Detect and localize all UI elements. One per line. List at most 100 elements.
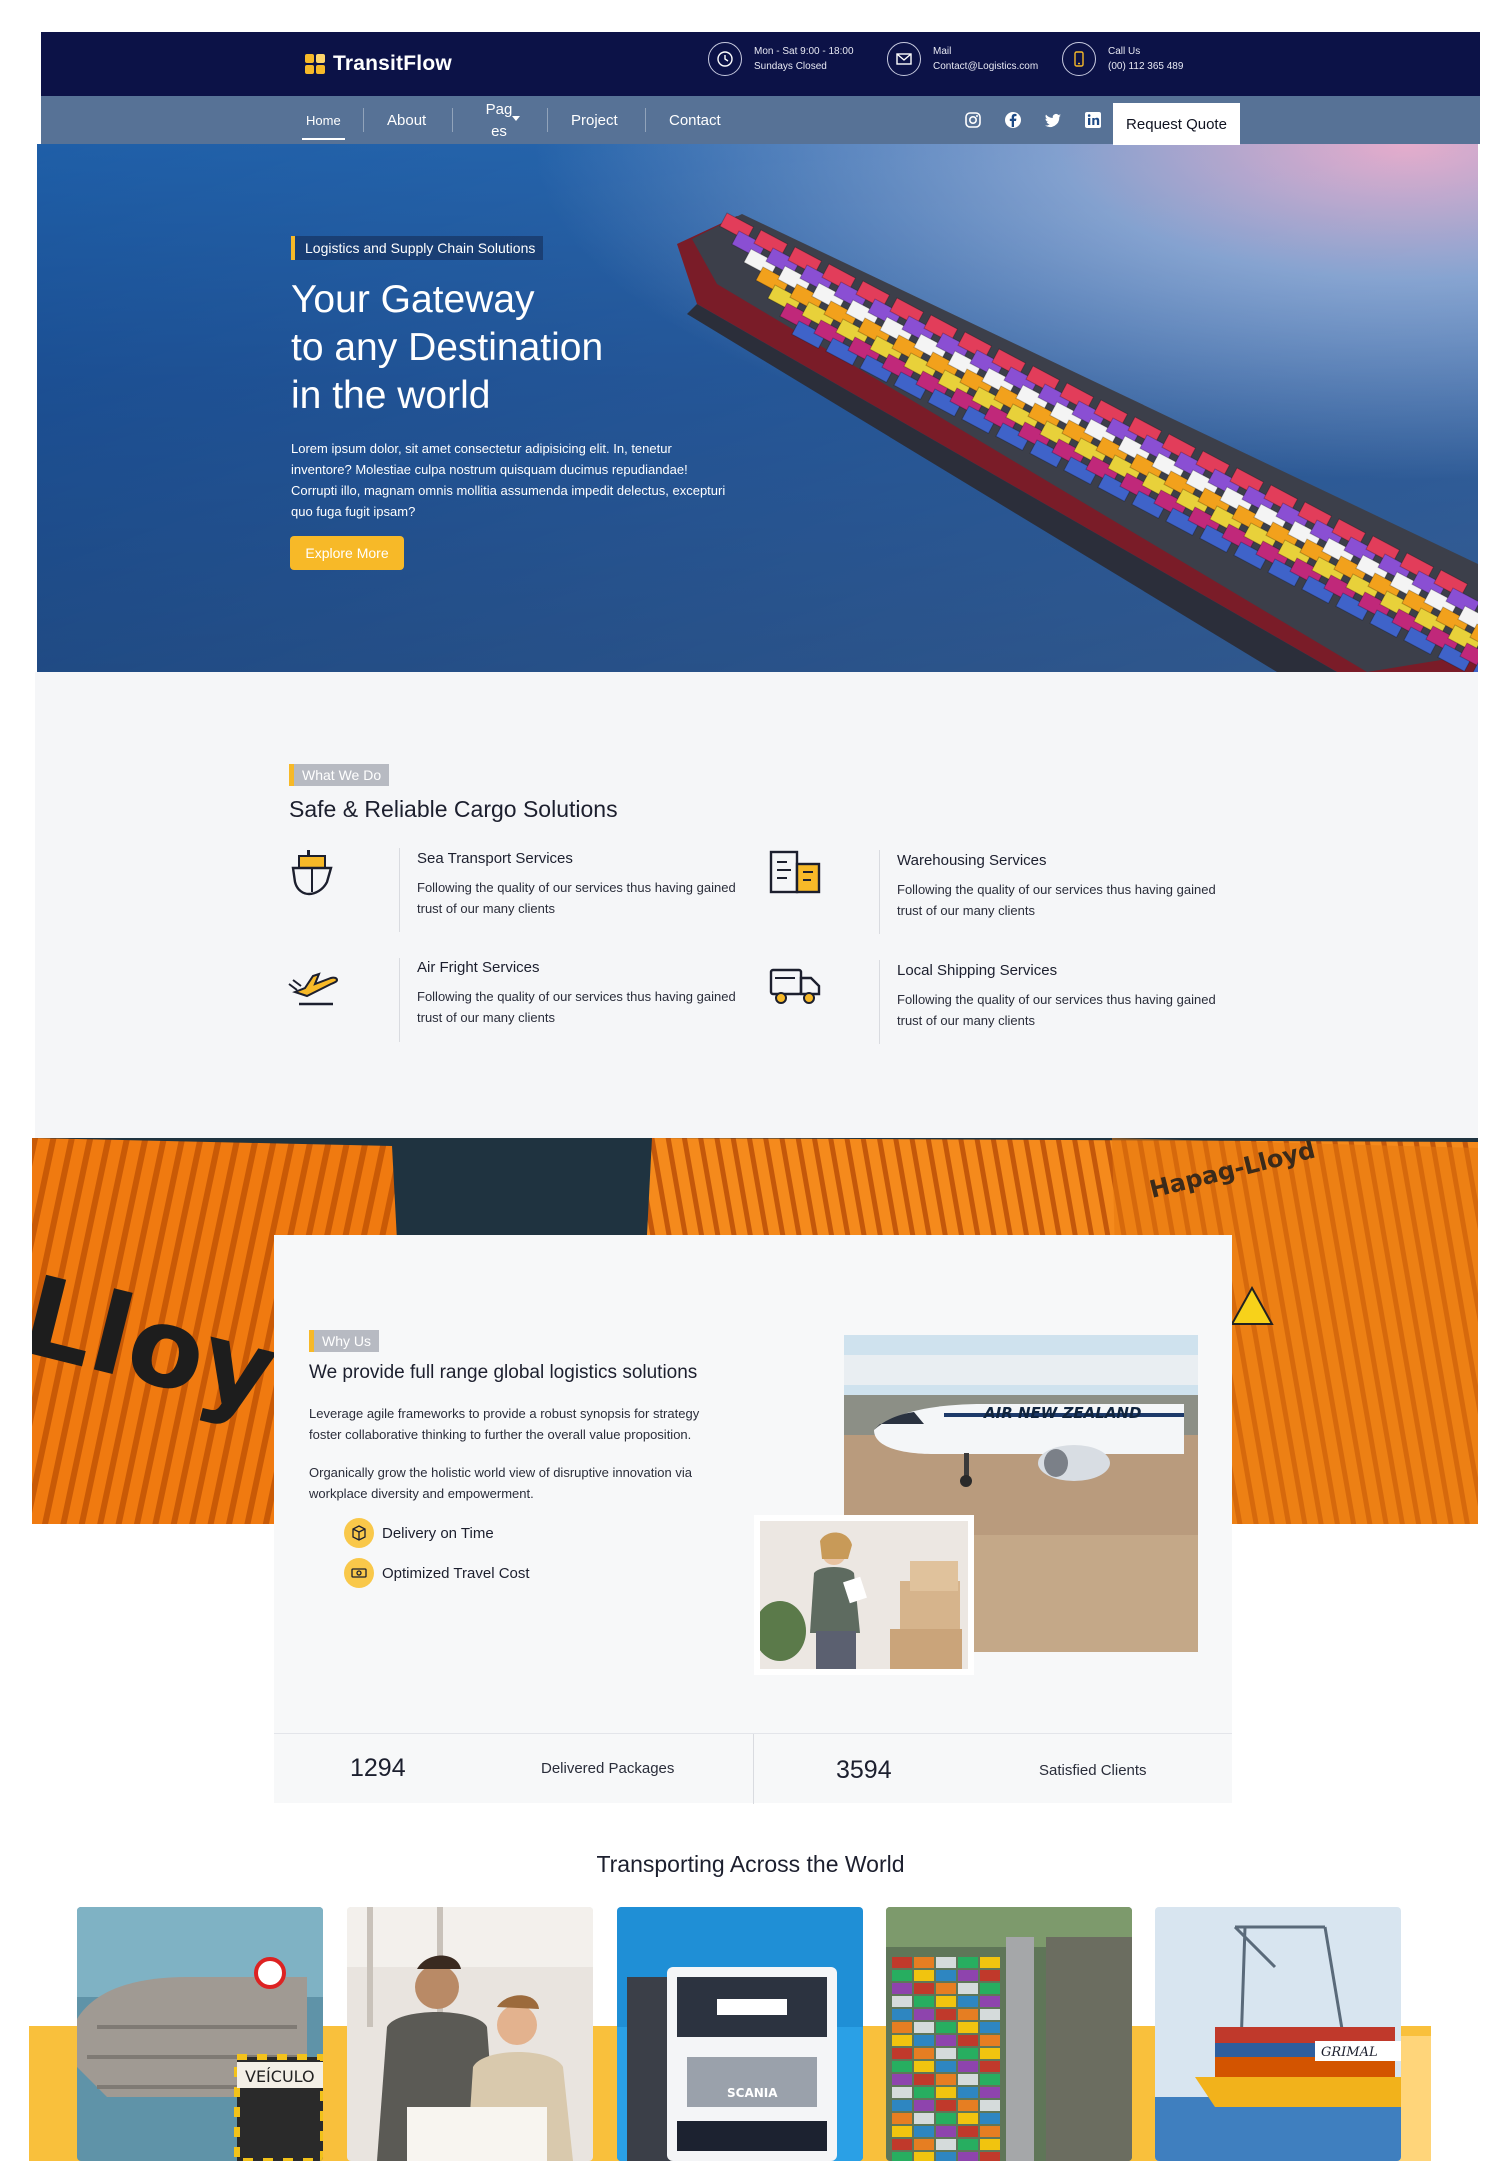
why-paragraph-1: Leverage agile frameworks to provide a r… [309, 1406, 700, 1442]
container-block [892, 2061, 912, 2072]
container-block [958, 2035, 978, 2046]
container-block [914, 2074, 934, 2085]
container-block [936, 2035, 956, 2046]
container-block [914, 2087, 934, 2098]
money-icon [344, 1558, 374, 1588]
nav-contact[interactable]: Contact [669, 96, 721, 144]
world-section-title: Transporting Across the World [596, 1851, 905, 1877]
container-block [914, 1970, 934, 1981]
linkedin-icon[interactable] [1083, 110, 1103, 130]
container-block [892, 2022, 912, 2033]
gallery-card-tanker-truck[interactable]: VEÍCULO [77, 1907, 323, 2161]
card-caption: VEÍCULO [245, 2067, 315, 2086]
gallery-card-container-port[interactable] [886, 1907, 1132, 2161]
container-block [958, 2113, 978, 2124]
service-title[interactable]: Air Fright Services [417, 959, 540, 976]
stats-bar: 1294 Delivered Packages 3594 Satisfied C… [274, 1733, 1232, 1804]
mail-icon [887, 42, 921, 76]
logo-mark-icon [305, 54, 325, 74]
instagram-icon[interactable] [963, 110, 983, 130]
airline-livery-text: AIR NEW ZEALAND [983, 1404, 1141, 1422]
container-block [936, 2009, 956, 2020]
logo[interactable]: TransitFlow [305, 52, 452, 76]
main-nav: Home About Pag es Project Contact Reques… [41, 96, 1480, 145]
why-tag: Why Us [309, 1330, 379, 1352]
container-block [892, 2139, 912, 2150]
service-title[interactable]: Local Shipping Services [897, 962, 1057, 979]
container-block [936, 2074, 956, 2085]
container-block [958, 2074, 978, 2085]
feature-label: Delivery on Time [382, 1524, 494, 1542]
request-quote-button[interactable]: Request Quote [1113, 103, 1240, 145]
card-caption: SCANIA [727, 2086, 778, 2100]
container-block [936, 2048, 956, 2059]
container-block [958, 1983, 978, 1994]
container-block [914, 1957, 934, 1968]
hero-text: Lorem ipsum dolor, sit amet consectetur … [291, 441, 726, 519]
facebook-icon[interactable] [1003, 110, 1023, 130]
chevron-down-icon[interactable] [512, 116, 520, 122]
container-block [914, 2126, 934, 2137]
container-block [980, 2139, 1000, 2150]
container-block [980, 2113, 1000, 2124]
call-number[interactable]: (00) 112 365 489 [1108, 59, 1183, 74]
container-block [936, 2022, 956, 2033]
container-block [958, 1970, 978, 1981]
card-caption: GRIMAL [1321, 2045, 1378, 2060]
brand-name: TransitFlow [333, 52, 452, 75]
top-header: TransitFlow Mon - Sat 9:00 - 18:00 Sunda… [41, 32, 1480, 96]
service-desc: Following the quality of our services th… [897, 882, 1216, 918]
container-block [892, 2126, 912, 2137]
stat-label: Satisfied Clients [1039, 1762, 1147, 1779]
container-block [892, 2035, 912, 2046]
container-block [980, 1957, 1000, 1968]
mail-address[interactable]: Contact@Logistics.com [933, 59, 1038, 74]
service-desc: Following the quality of our services th… [897, 992, 1216, 1028]
container-block [980, 2074, 1000, 2085]
warehouse-icon [769, 850, 821, 894]
container-block [980, 1970, 1000, 1981]
container-block [958, 2126, 978, 2137]
gallery-card-semi-truck[interactable]: SCANIA [617, 1907, 863, 2161]
container-block [892, 1996, 912, 2007]
service-title[interactable]: Sea Transport Services [417, 850, 573, 867]
container-block [936, 2126, 956, 2137]
container-block [980, 1996, 1000, 2007]
container-block [892, 2048, 912, 2059]
container-block [958, 2009, 978, 2020]
hero-tag: Logistics and Supply Chain Solutions [291, 236, 544, 260]
services-title: Safe & Reliable Cargo Solutions [289, 796, 618, 822]
container-block [936, 2113, 956, 2124]
nav-home[interactable]: Home [302, 96, 345, 144]
container-block [980, 2100, 1000, 2111]
container-block [936, 2139, 956, 2150]
twitter-icon[interactable] [1043, 110, 1063, 130]
container-block [892, 2152, 912, 2161]
service-divider [399, 848, 400, 932]
nav-project[interactable]: Project [571, 96, 618, 144]
container-block [958, 2139, 978, 2150]
truck-icon [769, 968, 821, 1004]
why-us-card: Why Us We provide full range global logi… [274, 1235, 1232, 1804]
container-block [892, 2100, 912, 2111]
container-block [936, 2100, 956, 2111]
container-block [914, 2152, 934, 2161]
container-block [914, 2035, 934, 2046]
gallery-card-team-working[interactable] [347, 1907, 593, 2161]
feature-label: Optimized Travel Cost [382, 1564, 530, 1582]
nav-divider [363, 108, 364, 132]
container-block [980, 2009, 1000, 2020]
container-block [958, 1996, 978, 2007]
hero-section: Logistics and Supply Chain Solutions You… [37, 144, 1478, 672]
why-title: We provide full range global logistics s… [309, 1362, 698, 1383]
container-block [958, 1957, 978, 1968]
container-block [958, 2061, 978, 2072]
nav-about[interactable]: About [387, 96, 426, 144]
container-block [980, 2152, 1000, 2161]
container-block [914, 1996, 934, 2007]
container-block [936, 1983, 956, 1994]
container-block [892, 2074, 912, 2085]
service-title[interactable]: Warehousing Services [897, 852, 1047, 869]
explore-more-button[interactable]: Explore More [290, 536, 404, 570]
gallery-card-cargo-ship[interactable]: GRIMAL [1155, 1907, 1401, 2161]
